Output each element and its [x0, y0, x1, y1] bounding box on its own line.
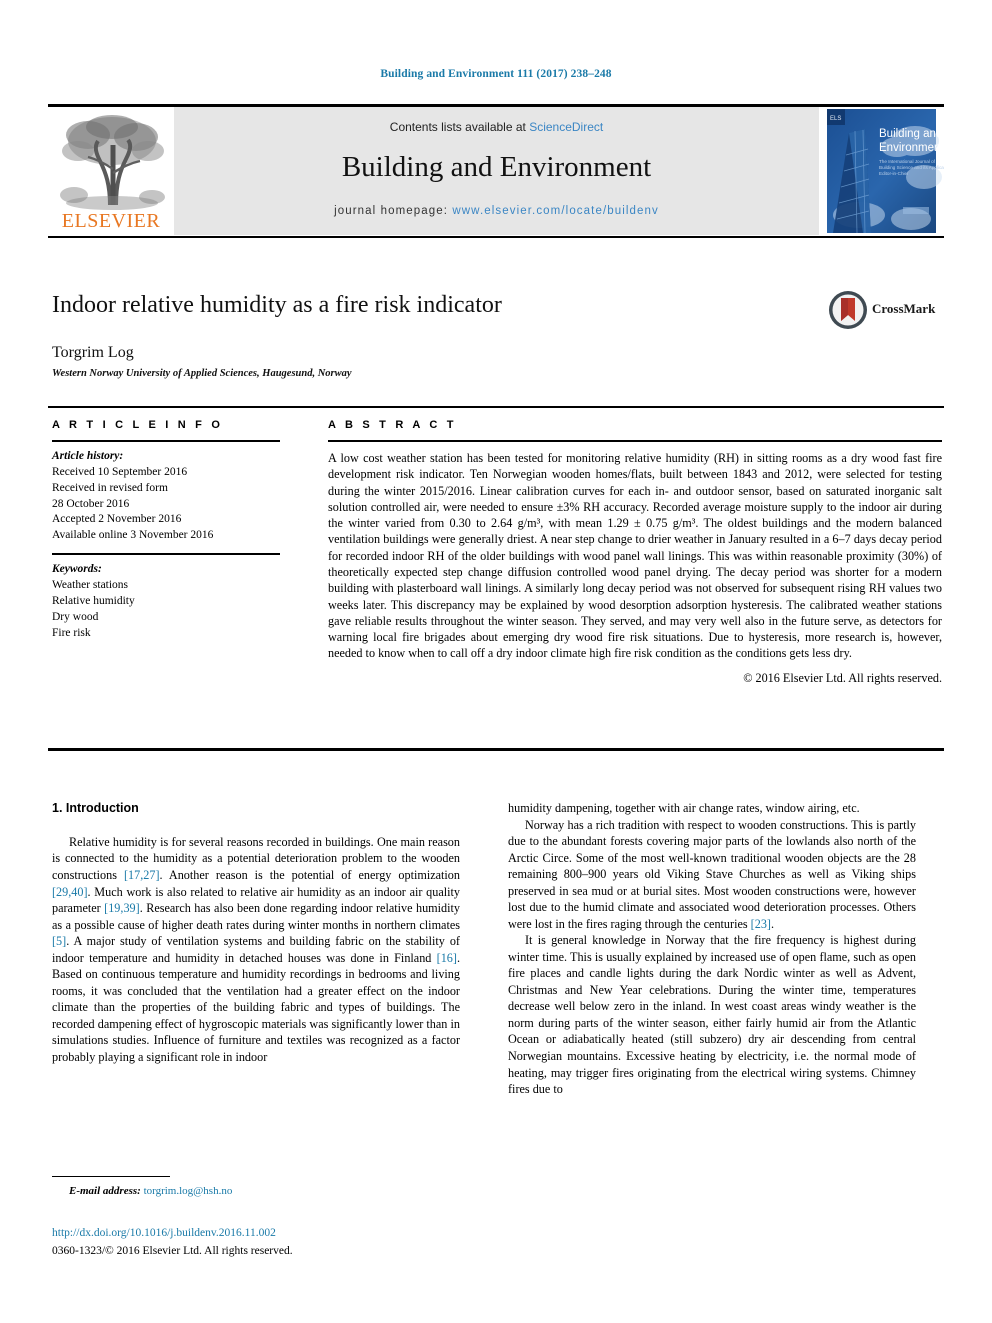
keyword-item: Fire risk [52, 626, 91, 639]
keywords-rule [52, 553, 280, 556]
paper-page: Building and Environment 111 (2017) 238–… [0, 0, 992, 1323]
crossmark-badge[interactable]: CrossMark [828, 288, 938, 334]
keyword-item: Weather stations [52, 579, 129, 592]
keyword-item: Relative humidity [52, 594, 135, 607]
article-info-column: A R T I C L E I N F O Article history: R… [52, 419, 280, 641]
abstract-column: A B S T R A C T A low cost weather stati… [328, 419, 942, 686]
footnote-rule [52, 1176, 170, 1177]
history-item: Accepted 2 November 2016 [52, 513, 182, 526]
article-info-rule [52, 440, 280, 442]
journal-cover-thumbnail: ELS Building and Environment The Interna… [819, 107, 944, 235]
intro-paragraph-3: It is general knowledge in Norway that t… [508, 933, 916, 1097]
svg-text:Building Science and its Appli: Building Science and its Applications [879, 165, 944, 170]
journal-masthead: ELSEVIER Contents lists available at Sci… [48, 107, 944, 235]
homepage-link[interactable]: www.elsevier.com/locate/buildenv [452, 205, 659, 217]
email-link[interactable]: torgrim.log@hsh.no [144, 1185, 233, 1197]
article-info-heading: A R T I C L E I N F O [52, 419, 224, 431]
svg-text:Editor-in-Chief: Editor-in-Chief [879, 171, 909, 176]
page-title: Indoor relative humidity as a fire risk … [52, 292, 502, 318]
article-history-block: Article history: Received 10 September 2… [52, 449, 280, 544]
elsevier-wordmark: ELSEVIER [61, 210, 161, 232]
svg-text:ELS: ELS [830, 116, 841, 122]
intro-paragraph-2: Norway has a rich tradition with respect… [508, 817, 916, 931]
svg-text:The International Journal of: The International Journal of [879, 159, 936, 164]
doi-link[interactable]: http://dx.doi.org/10.1016/j.buildenv.201… [52, 1227, 276, 1239]
homepage-prefix: journal homepage: [334, 205, 453, 217]
email-label: E-mail address: [69, 1185, 141, 1197]
abstract-heading: A B S T R A C T [328, 419, 457, 431]
journal-homepage-line: journal homepage: www.elsevier.com/locat… [174, 205, 819, 217]
body-column-right: humidity dampening, together with air ch… [508, 800, 916, 1098]
svg-text:Environment: Environment [879, 142, 944, 154]
journal-band: Contents lists available at ScienceDirec… [174, 107, 819, 235]
info-top-rule [48, 406, 944, 408]
running-head: Building and Environment 111 (2017) 238–… [380, 68, 612, 80]
section-title-introduction: 1. Introduction [52, 801, 139, 815]
keywords-label: Keywords: [52, 563, 102, 576]
elsevier-logo: ELSEVIER [48, 107, 174, 235]
corresponding-email-line: E-mail address: torgrim.log@hsh.no [52, 1185, 472, 1197]
history-item: Available online 3 November 2016 [52, 529, 214, 542]
abstract-bottom-rule [48, 748, 944, 751]
keyword-item: Dry wood [52, 610, 99, 623]
history-item: Received 10 September 2016 [52, 465, 188, 478]
journal-title: Building and Environment [341, 151, 652, 183]
contents-prefix: Contents lists available at [389, 120, 530, 134]
abstract-text: A low cost weather station has been test… [328, 451, 942, 661]
body-column-left: 1. Introduction Relative humidity is for… [52, 800, 460, 1065]
history-item: Received in revised form [52, 481, 168, 494]
abstract-copyright: © 2016 Elsevier Ltd. All rights reserved… [743, 670, 942, 685]
intro-paragraph-1: Relative humidity is for several reasons… [52, 834, 460, 1064]
author-name: Torgrim Log [52, 344, 134, 361]
intro-paragraph-1-continued: humidity dampening, together with air ch… [508, 801, 860, 815]
abstract-rule [328, 440, 942, 442]
body-columns: 1. Introduction Relative humidity is for… [52, 800, 940, 1190]
contents-available-line: Contents lists available at ScienceDirec… [174, 120, 819, 134]
author-affiliation: Western Norway University of Applied Sci… [52, 368, 352, 379]
keywords-block: Keywords: Weather stations Relative humi… [52, 562, 280, 641]
article-history-label: Article history: [52, 450, 124, 462]
elsevier-tree-icon [58, 111, 166, 211]
issn-copyright-line: 0360-1323/© 2016 Elsevier Ltd. All right… [52, 1245, 293, 1257]
svg-text:Building and: Building and [879, 128, 942, 140]
crossmark-icon [828, 290, 868, 330]
sciencedirect-link[interactable]: ScienceDirect [529, 120, 603, 134]
masthead-bottom-rule [48, 236, 944, 238]
history-item: 28 October 2016 [52, 497, 130, 510]
crossmark-label: CrossMark [872, 301, 936, 316]
